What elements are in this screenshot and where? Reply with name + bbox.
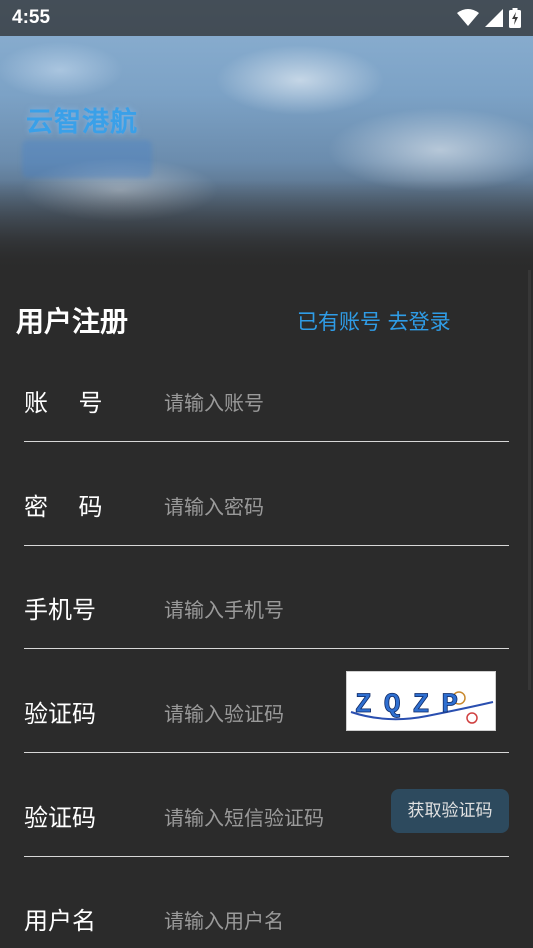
go-login-link[interactable]: 已有账号 去登录 (297, 306, 451, 336)
header-banner: 云智港航 (0, 0, 533, 270)
captcha-label: 验证码 (24, 700, 96, 728)
password-row: 密 码 请输入密码 (24, 470, 509, 574)
account-divider (24, 441, 509, 442)
username-input[interactable]: 请输入用户名 (164, 884, 284, 948)
password-divider (24, 545, 509, 546)
sms-code-divider (24, 856, 509, 857)
wifi-icon (457, 9, 479, 26)
phone-divider (24, 648, 509, 649)
brand-logo: 云智港航 (26, 107, 138, 138)
sms-code-row: 验证码 请输入短信验证码 获取验证码 (24, 781, 509, 885)
phone-label: 手机号 (24, 596, 96, 624)
captcha-graphic: ZQZP (350, 690, 494, 724)
cellular-signal-icon (485, 9, 503, 27)
account-input[interactable]: 请输入账号 (164, 366, 264, 440)
status-time: 4:55 (12, 7, 51, 28)
captcha-image[interactable]: ZQZP (346, 671, 496, 731)
page-title: 用户注册 (16, 305, 129, 338)
username-label: 用户名 (24, 907, 96, 935)
battery-charging-icon (509, 8, 521, 28)
register-screen: 云智港航 4:55 用户注册 已有账号 去登录 账 号 请输入账号 密 码 请输… (0, 0, 533, 948)
captcha-row: 验证码 请输入验证码 ZQZP (24, 671, 509, 781)
captcha-text: ZQZP (355, 690, 470, 721)
phone-row: 手机号 请输入手机号 (24, 573, 509, 677)
password-label: 密 码 (24, 493, 103, 521)
sms-code-input[interactable]: 请输入短信验证码 (164, 781, 324, 855)
sms-code-label: 验证码 (24, 804, 96, 832)
password-input[interactable]: 请输入密码 (164, 470, 264, 544)
captcha-input[interactable]: 请输入验证码 (164, 677, 284, 751)
phone-input[interactable]: 请输入手机号 (164, 573, 284, 647)
account-row: 账 号 请输入账号 (24, 366, 509, 470)
scrollbar[interactable] (528, 270, 531, 690)
brand-block: 云智港航 (22, 100, 162, 180)
status-icons (457, 8, 521, 28)
brand-glow (22, 140, 152, 178)
get-sms-code-button[interactable]: 获取验证码 (391, 789, 509, 833)
account-label: 账 号 (24, 389, 103, 417)
username-row: 用户名 请输入用户名 (24, 884, 509, 948)
captcha-divider (24, 752, 509, 753)
status-bar: 4:55 (0, 0, 533, 36)
